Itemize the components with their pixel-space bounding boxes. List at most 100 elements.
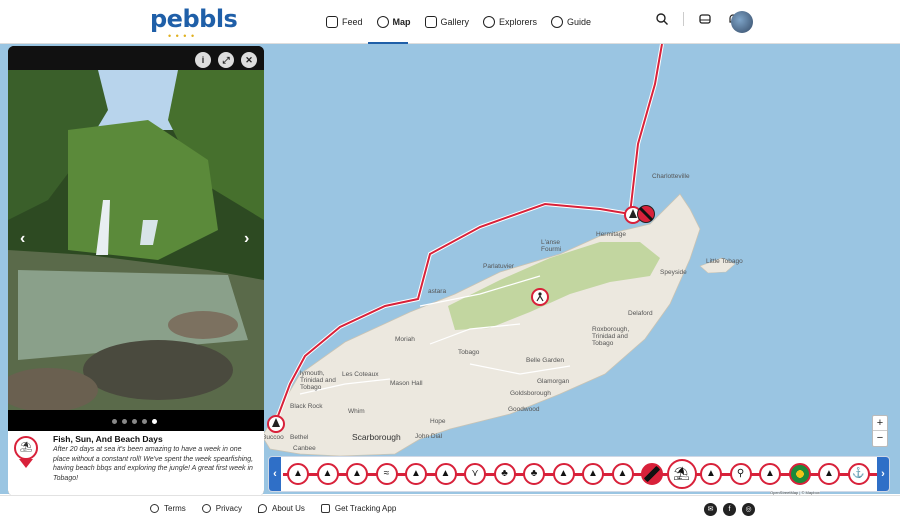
label-lanse-fourmi: L'anse Fourmi bbox=[541, 239, 562, 253]
top-header: pebbls • • • • Feed Map Gallery Explorer… bbox=[0, 0, 900, 44]
timeline-fish-icon[interactable]: ⋎ bbox=[464, 463, 486, 485]
marker-flag-trinidad[interactable] bbox=[637, 205, 655, 223]
story-panel: i ⤢ ✕ ‹ › ⛱ Fish, Sun, And Beach Days Af… bbox=[8, 46, 264, 496]
footer-terms-label: Terms bbox=[164, 504, 186, 513]
photo-dot-4[interactable] bbox=[142, 419, 147, 424]
nav-guide[interactable]: Guide bbox=[551, 14, 591, 30]
pin-icon bbox=[258, 504, 268, 513]
story-text: After 20 days at sea it's been amazing t… bbox=[53, 446, 254, 482]
footer-about[interactable]: About Us bbox=[258, 504, 305, 513]
social-links: ✉ f ◎ bbox=[704, 503, 755, 516]
footer-links: Terms Privacy About Us Get Tracking App bbox=[150, 504, 396, 513]
timeline-sailboat-icon[interactable]: ▲ bbox=[700, 463, 722, 485]
zoom-control: + − bbox=[872, 415, 888, 447]
instagram-icon[interactable]: ◎ bbox=[742, 503, 755, 516]
timeline-strip: ‹ ▲ ▲ ▲ ≈ ▲ ▲ ⋎ ♣ ♣ ▲ ▲ ▲ ⛱ ▲ ⚲ ▲ ▲ ⚓ › bbox=[268, 456, 890, 492]
label-mason-hall: Mason Hall bbox=[390, 380, 423, 387]
panel-toolbar: i ⤢ ✕ bbox=[8, 46, 264, 70]
timeline-tree-icon[interactable]: ♣ bbox=[493, 463, 516, 485]
brand-logo[interactable]: pebbls bbox=[150, 5, 238, 33]
map-icon bbox=[376, 16, 389, 28]
pin-pointer bbox=[19, 459, 33, 468]
label-moriah: Moriah bbox=[395, 336, 415, 343]
brand-logo-dots: • • • • bbox=[168, 31, 196, 41]
nav-gallery[interactable]: Gallery bbox=[424, 14, 469, 30]
label-plymouth: lymouth, Trinidad and Tobago bbox=[300, 370, 336, 391]
photo-prev-arrow[interactable]: ‹ bbox=[20, 230, 25, 248]
timeline-sailboat-icon[interactable]: ▲ bbox=[759, 463, 781, 485]
label-castara: astara bbox=[428, 288, 447, 295]
close-icon[interactable]: ✕ bbox=[241, 52, 257, 68]
label-canbee: Canbee bbox=[293, 445, 316, 452]
label-glamorgan: Glamorgan bbox=[537, 378, 570, 385]
person-icon bbox=[150, 504, 159, 513]
timeline-flag-grenada-icon[interactable] bbox=[788, 463, 811, 485]
photo-dot-1[interactable] bbox=[112, 419, 117, 424]
info-icon[interactable]: i bbox=[195, 52, 211, 68]
mail-icon[interactable]: ✉ bbox=[704, 503, 717, 516]
guide-icon bbox=[551, 16, 564, 28]
header-divider bbox=[683, 12, 684, 26]
explorers-icon bbox=[483, 16, 496, 28]
story-title: Fish, Sun, And Beach Days bbox=[53, 434, 163, 444]
photo-next-arrow[interactable]: › bbox=[244, 230, 249, 248]
timeline-sailboat-icon[interactable]: ▲ bbox=[611, 463, 634, 485]
footer: Terms Privacy About Us Get Tracking App … bbox=[0, 495, 900, 524]
timeline-beach-icon[interactable]: ⛱ bbox=[666, 459, 697, 489]
timeline-tree-icon[interactable]: ♣ bbox=[523, 463, 545, 485]
facebook-icon[interactable]: f bbox=[723, 503, 736, 516]
timeline-sailboat-icon[interactable]: ▲ bbox=[434, 463, 457, 485]
timeline-sailboat-icon[interactable]: ▲ bbox=[405, 463, 427, 485]
label-goldsborough: Goldsborough bbox=[510, 390, 551, 397]
search-icon[interactable] bbox=[655, 12, 669, 26]
footer-tracking-app-label: Get Tracking App bbox=[334, 504, 397, 513]
zoom-out-button[interactable]: − bbox=[873, 431, 887, 446]
timeline-next-button[interactable]: › bbox=[877, 457, 889, 491]
nav-map[interactable]: Map bbox=[376, 14, 411, 30]
label-scarborough: Scarborough bbox=[352, 432, 401, 442]
label-delaford: Delaford bbox=[628, 310, 653, 317]
inbox-icon[interactable] bbox=[698, 12, 712, 26]
timeline-sailboat-icon[interactable]: ▲ bbox=[287, 463, 309, 485]
waterfall-image bbox=[8, 70, 264, 410]
marker-sailboat-buccoo[interactable] bbox=[267, 415, 285, 433]
timeline-hiker-icon[interactable]: ⚲ bbox=[729, 463, 752, 485]
timeline-flag-trinidad-icon[interactable] bbox=[641, 463, 663, 485]
label-black-rock: Black Rock bbox=[290, 403, 323, 410]
main-nav: Feed Map Gallery Explorers Guide bbox=[326, 14, 591, 30]
label-buccoo: Buccoo bbox=[262, 434, 284, 441]
timeline-sailboat-icon[interactable]: ▲ bbox=[582, 463, 604, 485]
timeline-sailboat-icon[interactable]: ▲ bbox=[316, 463, 339, 485]
photo-dot-2[interactable] bbox=[122, 419, 127, 424]
zoom-in-button[interactable]: + bbox=[873, 416, 887, 431]
expand-icon[interactable]: ⤢ bbox=[218, 52, 234, 68]
label-goodwood: Goodwood bbox=[508, 406, 540, 413]
timeline-sailboat-icon[interactable]: ▲ bbox=[552, 463, 575, 485]
photo-dot-3[interactable] bbox=[132, 419, 137, 424]
timeline-anchor-icon[interactable]: ⚓ bbox=[847, 463, 870, 485]
nav-feed[interactable]: Feed bbox=[326, 14, 363, 30]
timeline-prev-button[interactable]: ‹ bbox=[269, 457, 281, 491]
timeline-wave-icon[interactable]: ≈ bbox=[375, 463, 398, 485]
label-little-tobago: Little Tobago bbox=[706, 258, 743, 265]
marker-hiker[interactable] bbox=[531, 288, 549, 306]
story-photo[interactable] bbox=[8, 70, 264, 410]
label-belle-garden: Belle Garden bbox=[526, 357, 564, 364]
beach-icon: ⛱ bbox=[14, 436, 38, 460]
timeline-sailboat-icon[interactable]: ▲ bbox=[346, 463, 368, 485]
footer-privacy[interactable]: Privacy bbox=[201, 504, 242, 513]
footer-terms[interactable]: Terms bbox=[150, 504, 186, 513]
label-hermitage: Hermitage bbox=[596, 231, 626, 238]
label-parlatuvier: Parlatuvier bbox=[483, 263, 515, 270]
label-tobago: Tobago bbox=[458, 349, 480, 356]
nav-explorers[interactable]: Explorers bbox=[483, 14, 537, 30]
nav-feed-label: Feed bbox=[342, 17, 363, 27]
label-charlotteville: Charlotteville bbox=[652, 173, 690, 180]
label-whim: Whim bbox=[348, 408, 365, 415]
nav-explorers-label: Explorers bbox=[499, 17, 538, 27]
nav-map-label: Map bbox=[392, 17, 411, 27]
timeline-sailboat-icon[interactable]: ▲ bbox=[818, 463, 840, 485]
footer-tracking-app[interactable]: Get Tracking App bbox=[320, 504, 397, 513]
avatar[interactable] bbox=[731, 11, 753, 33]
photo-dot-5[interactable] bbox=[152, 419, 157, 424]
